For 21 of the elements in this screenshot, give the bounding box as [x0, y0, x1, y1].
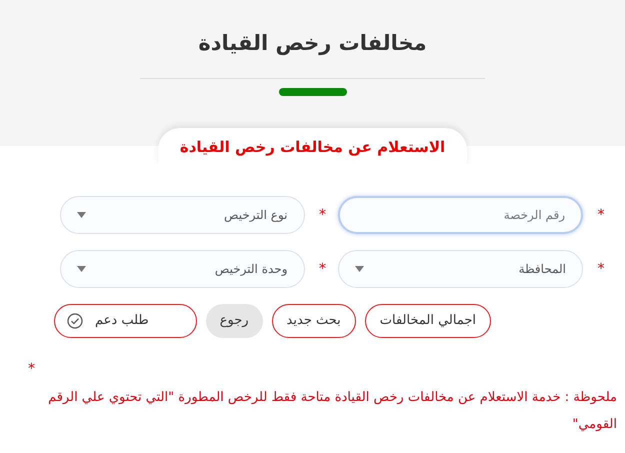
dropdown[interactable]: نوع الترخيص [60, 196, 304, 234]
required-mark: * [27, 362, 36, 376]
support-button[interactable]: طلب دعم [54, 304, 197, 338]
back-button[interactable]: رجوع [206, 304, 263, 338]
page-title: مخالفات رخص القيادة [198, 30, 427, 58]
license-number-field[interactable]: رقم الرخصة [338, 196, 583, 234]
note-text: ملحوظة : خدمة الاستعلام عن مخالفات رخص القيادة متاحة فقط للرخص المطورة "التي تحتوي علي الرقم القومي" [47, 389, 617, 434]
caret-icon [355, 266, 364, 272]
accent-bar [278, 88, 346, 96]
action-button[interactable]: اجمالي المخالفات [364, 304, 491, 338]
check-circle-icon [67, 313, 83, 329]
caret-icon [76, 212, 86, 218]
required-mark: * [596, 206, 606, 224]
dropdown[interactable]: المحافظة [338, 250, 583, 288]
required-mark: * [596, 260, 606, 278]
action-button[interactable]: بحث جديد [272, 304, 356, 338]
required-mark: * [318, 206, 327, 224]
required-mark: * [318, 260, 327, 278]
tab[interactable]: الاستعلام عن مخالفات رخص القيادة [158, 128, 468, 166]
dropdown[interactable]: وحدة الترخيص [60, 250, 304, 288]
caret-icon [76, 266, 86, 272]
